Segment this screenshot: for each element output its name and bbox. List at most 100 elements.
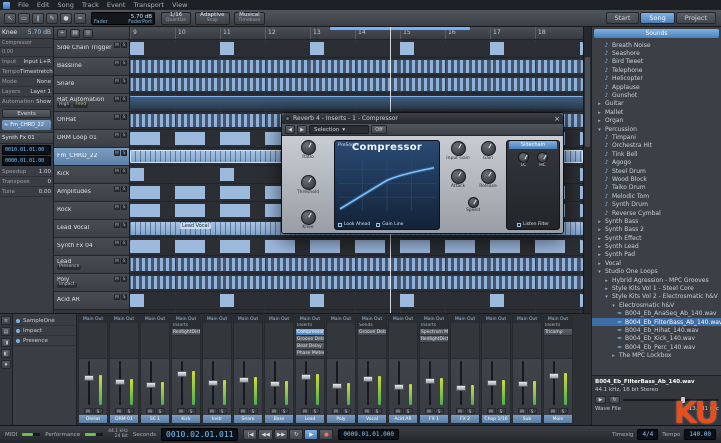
speed-knob[interactable]: Speed: [443, 197, 503, 214]
browser-item[interactable]: B004_Eb_FilterBass_Ab_140.wav: [592, 317, 721, 327]
track-list-tool-button[interactable]: +: [57, 28, 67, 38]
browser-item[interactable]: Synth Bass 2: [592, 226, 721, 234]
channel-mute-button[interactable]: M: [424, 408, 434, 414]
track-header[interactable]: Acid AR M S: [54, 292, 129, 310]
transport-button[interactable]: ▶▶: [273, 429, 289, 440]
plugin-knob[interactable]: Input Gain: [443, 141, 473, 162]
track-solo-button[interactable]: S: [121, 150, 127, 156]
track-header[interactable]: Rock M S: [54, 202, 129, 220]
knob-control[interactable]: [450, 141, 466, 156]
tool-button[interactable]: ↖: [4, 12, 16, 24]
mixer-channel[interactable]: Main Out Inserts Spectrum MeterRedlightD…: [419, 315, 449, 424]
track-header[interactable]: Bassline M S: [54, 58, 129, 76]
fader-handle[interactable]: [239, 377, 249, 384]
mixer-channel[interactable]: Main Out M S: [109, 315, 139, 424]
snap-selector[interactable]: Adaptive Snap: [195, 11, 230, 25]
timebase-selector[interactable]: Musical Timebase: [233, 11, 266, 25]
track-header[interactable]: Side Chain Trigger M S: [54, 40, 129, 58]
mixer-tool-icon[interactable]: ◨: [1, 338, 11, 347]
fader-handle[interactable]: [146, 381, 156, 388]
track-solo-button[interactable]: S: [121, 114, 127, 120]
output-routing[interactable]: Main Out: [389, 316, 417, 323]
output-routing[interactable]: Main Out: [203, 316, 231, 323]
track-solo-button[interactable]: S: [121, 222, 127, 228]
mixer-channel[interactable]: Main Out M S: [233, 315, 263, 424]
track-solo-button[interactable]: S: [121, 186, 127, 192]
transport-button[interactable]: ◀◀: [258, 429, 273, 440]
arrange-track-lane[interactable]: [130, 274, 583, 292]
bypass-button[interactable]: Off: [371, 125, 387, 134]
knob-control[interactable]: [300, 209, 316, 225]
track-mute-button[interactable]: M: [114, 132, 120, 138]
clip-region[interactable]: [130, 60, 583, 73]
browser-item[interactable]: Timpani: [592, 133, 721, 141]
mixer-channel[interactable]: Main Out M S: [140, 315, 170, 424]
track-list-tool-button[interactable]: ▤: [70, 28, 80, 38]
channel-solo-button[interactable]: S: [527, 408, 537, 414]
channel-solo-button[interactable]: S: [341, 408, 351, 414]
track-solo-button[interactable]: S: [121, 294, 127, 300]
inspector-field-row[interactable]: Tune 0.00: [0, 187, 53, 197]
channel-mute-button[interactable]: M: [207, 408, 217, 414]
plugin-knob[interactable]: Attack: [443, 169, 473, 190]
secondary-time-display[interactable]: 0009.01.01.000: [338, 429, 399, 440]
browser-item[interactable]: Helicopter: [592, 75, 721, 83]
output-routing[interactable]: Main Out: [234, 316, 262, 323]
arrange-track-lane[interactable]: [130, 256, 583, 274]
track-header[interactable]: Lead Presence M S: [54, 256, 129, 274]
browser-item[interactable]: Reverse Cymbal: [592, 209, 721, 217]
track-mute-button[interactable]: M: [114, 222, 120, 228]
track-mute-button[interactable]: M: [114, 204, 120, 210]
mixer-channel[interactable]: Main Out M S: [264, 315, 294, 424]
track-solo-button[interactable]: S: [121, 276, 127, 282]
fader-handle[interactable]: [549, 373, 559, 380]
clip-region[interactable]: [130, 276, 583, 289]
knob-control[interactable]: [480, 141, 496, 156]
track-mute-button[interactable]: M: [114, 96, 120, 102]
timeline-ruler[interactable]: 9 10 11 12 13 14 15 16 17 18: [130, 27, 583, 40]
plugin-option-checkbox[interactable]: Look Ahead: [338, 222, 370, 227]
channel-mute-button[interactable]: M: [331, 408, 341, 414]
output-routing[interactable]: Main Out: [79, 316, 107, 323]
mixer-tool-icon[interactable]: ◧: [1, 349, 11, 358]
channel-mute-button[interactable]: M: [517, 408, 527, 414]
insert-slot[interactable]: Spectrum Meter: [420, 329, 448, 336]
channel-name[interactable]: FX 2: [451, 415, 479, 423]
knob-control[interactable]: [467, 197, 479, 208]
channel-mute-button[interactable]: M: [145, 408, 155, 414]
insert-slot[interactable]: Compressor: [296, 329, 324, 336]
inspector-input-row[interactable]: Input Input L+R: [0, 57, 53, 67]
channel-name[interactable]: Acid AR: [389, 415, 417, 423]
fader-handle[interactable]: [332, 382, 342, 389]
fader-handle[interactable]: [301, 374, 311, 381]
plugin-knob[interactable]: Threshold: [285, 174, 331, 196]
browser-item[interactable]: Taiko Drum: [592, 184, 721, 192]
track-mute-button[interactable]: M: [114, 60, 120, 66]
arrange-track-lane[interactable]: [130, 94, 583, 112]
channel-solo-button[interactable]: S: [434, 408, 444, 414]
tool-button[interactable]: ✎: [46, 12, 58, 24]
bank-item[interactable]: SampleOne: [13, 316, 76, 326]
clip-region[interactable]: [130, 294, 583, 307]
output-routing[interactable]: Main Out: [420, 316, 448, 323]
track-mute-button[interactable]: M: [114, 168, 120, 174]
channel-name[interactable]: Snare: [234, 415, 262, 423]
clip-region[interactable]: [130, 96, 583, 109]
fader-handle[interactable]: [363, 376, 373, 383]
channel-name[interactable]: Sub: [513, 415, 541, 423]
insert-slot[interactable]: Phase Meter: [296, 350, 324, 357]
channel-solo-button[interactable]: S: [155, 408, 165, 414]
track-list-tool-button[interactable]: ◎: [83, 28, 93, 38]
track-mute-button[interactable]: M: [114, 42, 120, 48]
track-solo-button[interactable]: S: [121, 78, 127, 84]
menu-item[interactable]: View: [168, 1, 191, 9]
inspector-field-row[interactable]: Transpose 0: [0, 177, 53, 187]
browser-item[interactable]: Style Kits Vol 2 - Electrosmatic h&V: [592, 293, 721, 301]
knob-control[interactable]: [480, 169, 496, 184]
fader-handle[interactable]: [456, 385, 466, 392]
fader-handle[interactable]: [115, 378, 125, 385]
scrollbar-thumb[interactable]: [585, 57, 590, 147]
track-header[interactable]: DRM Loop 01 M S: [54, 130, 129, 148]
channel-name[interactable]: Kick: [172, 415, 200, 423]
page-tab[interactable]: Project: [675, 12, 716, 24]
